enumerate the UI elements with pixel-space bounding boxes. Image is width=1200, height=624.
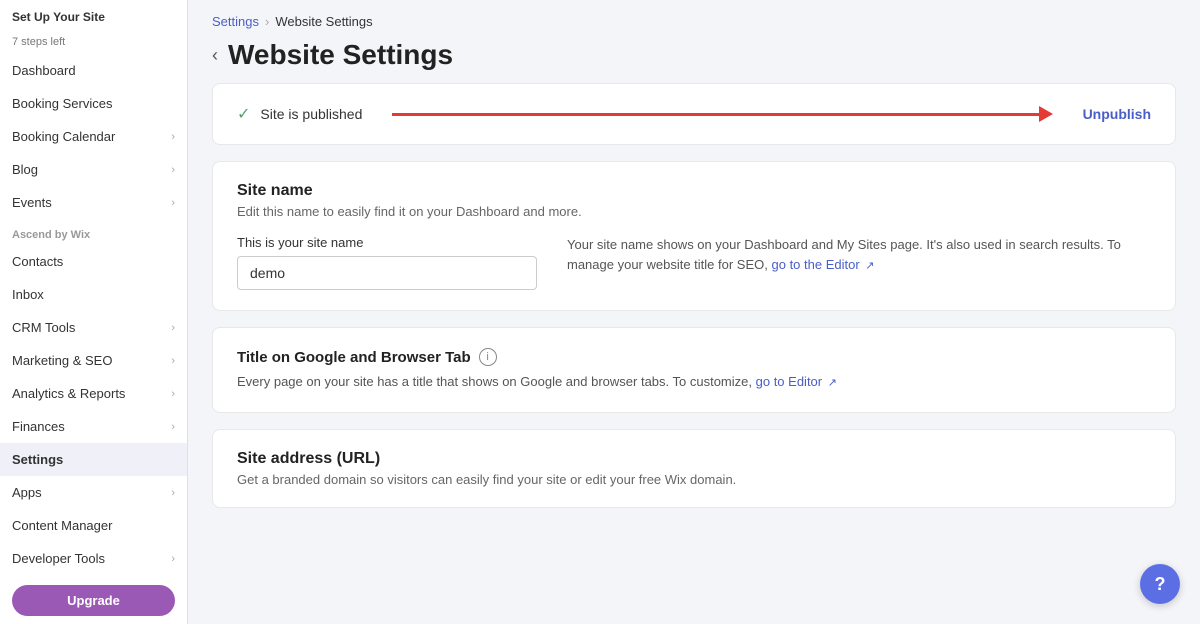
google-tab-title-text: Title on Google and Browser Tab [237,349,471,366]
breadcrumb-separator: › [265,14,269,29]
sidebar-item-content-manager[interactable]: Content Manager [0,509,187,542]
sidebar-item-settings[interactable]: Settings [0,443,187,476]
sidebar-item-label: Contacts [12,254,63,269]
sidebar: Set Up Your Site 7 steps left Dashboard … [0,0,188,624]
chevron-right-icon: › [171,553,175,565]
external-link-icon2: ↗ [828,377,837,389]
check-icon: ✓ [237,104,250,124]
sidebar-item-analytics-reports[interactable]: Analytics & Reports › [0,377,187,410]
site-name-input[interactable] [237,256,537,290]
page-header: ‹ Website Settings [188,35,1200,83]
sidebar-item-label: Blog [12,162,38,177]
setup-title: Set Up Your Site [0,0,187,28]
breadcrumb-current: Website Settings [275,14,372,29]
chevron-right-icon: › [171,131,175,143]
sidebar-item-label: Developer Tools [12,551,105,566]
site-name-title: Site name [237,182,1151,200]
back-arrow-icon[interactable]: ‹ [212,45,218,66]
red-arrow [392,110,1052,118]
ascend-section-label: Ascend by Wix [0,219,187,245]
sidebar-item-crm-tools[interactable]: CRM Tools › [0,311,187,344]
sidebar-item-finances[interactable]: Finances › [0,410,187,443]
chevron-right-icon: › [171,322,175,334]
info-icon[interactable]: i [479,348,497,366]
chevron-right-icon: › [171,388,175,400]
red-arrow-head [1039,106,1053,122]
help-button[interactable]: ? [1140,564,1180,604]
external-link-icon: ↗ [865,260,874,272]
google-tab-desc-text: Every page on your site has a title that… [237,374,752,389]
sidebar-item-label: Finances [12,419,65,434]
content-area: ✓ Site is published Unpublish Site name … [188,83,1200,624]
published-banner: ✓ Site is published Unpublish [237,104,1151,124]
sidebar-item-developer-tools[interactable]: Developer Tools › [0,542,187,575]
sidebar-item-label: Marketing & SEO [12,353,112,368]
sidebar-item-label: Analytics & Reports [12,386,125,401]
upgrade-button[interactable]: Upgrade [12,585,175,616]
breadcrumb: Settings › Website Settings [188,0,1200,35]
page-title: Website Settings [228,39,453,71]
chevron-right-icon: › [171,355,175,367]
google-tab-card: Title on Google and Browser Tab i Every … [212,327,1176,413]
published-left: ✓ Site is published [237,104,362,124]
site-address-subtitle: Get a branded domain so visitors can eas… [237,472,1151,487]
go-to-editor-link[interactable]: go to the Editor ↗ [772,257,875,272]
red-arrow-line [392,113,1038,116]
sidebar-item-marketing-seo[interactable]: Marketing & SEO › [0,344,187,377]
sidebar-item-label: Content Manager [12,518,112,533]
sidebar-item-inbox[interactable]: Inbox [0,278,187,311]
site-address-title: Site address (URL) [237,450,1151,468]
google-tab-title-row: Title on Google and Browser Tab i [237,348,1151,366]
steps-left: 7 steps left [0,34,187,54]
sidebar-item-label: Dashboard [12,63,76,78]
main-content: Settings › Website Settings ‹ Website Se… [188,0,1200,624]
sidebar-item-label: Inbox [12,287,44,302]
chevron-right-icon: › [171,487,175,499]
sidebar-item-label: Settings [12,452,63,467]
breadcrumb-settings[interactable]: Settings [212,14,259,29]
site-name-card: Site name Edit this name to easily find … [212,161,1176,311]
field-label: This is your site name [237,235,537,250]
sidebar-item-label: Apps [12,485,42,500]
sidebar-item-blog[interactable]: Blog › [0,153,187,186]
sidebar-item-label: Events [12,195,52,210]
sidebar-item-events[interactable]: Events › [0,186,187,219]
site-name-left: This is your site name [237,235,537,290]
published-banner-card: ✓ Site is published Unpublish [212,83,1176,145]
chevron-right-icon: › [171,421,175,433]
go-to-editor-google-link[interactable]: go to Editor ↗ [756,374,837,389]
chevron-right-icon: › [171,197,175,209]
chevron-right-icon: › [171,164,175,176]
unpublish-button[interactable]: Unpublish [1083,106,1151,122]
sidebar-item-apps[interactable]: Apps › [0,476,187,509]
sidebar-item-contacts[interactable]: Contacts [0,245,187,278]
sidebar-item-booking-calendar[interactable]: Booking Calendar › [0,120,187,153]
go-to-editor-google-label: go to Editor [756,374,823,389]
site-name-row: This is your site name Your site name sh… [237,235,1151,290]
sidebar-item-label: CRM Tools [12,320,75,335]
google-tab-description: Every page on your site has a title that… [237,372,1151,392]
site-address-card: Site address (URL) Get a branded domain … [212,429,1176,508]
sidebar-item-label: Booking Calendar [12,129,115,144]
go-to-editor-label: go to the Editor [772,257,860,272]
site-name-help: Your site name shows on your Dashboard a… [567,235,1151,274]
sidebar-item-booking-services[interactable]: Booking Services [0,87,187,120]
site-name-subtitle: Edit this name to easily find it on your… [237,204,1151,219]
sidebar-item-dashboard[interactable]: Dashboard [0,54,187,87]
sidebar-item-label: Booking Services [12,96,112,111]
published-text: Site is published [260,106,362,122]
